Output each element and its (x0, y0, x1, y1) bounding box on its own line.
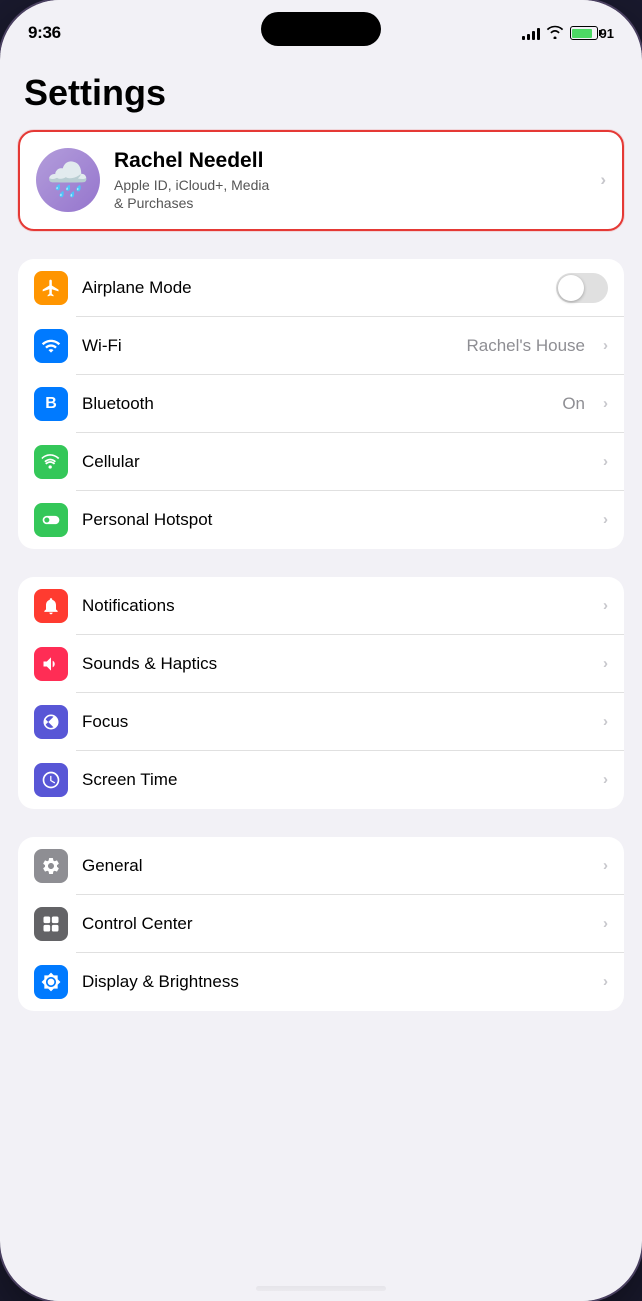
airplane-mode-icon (34, 271, 68, 305)
display-label: Display & Brightness (82, 972, 589, 992)
hotspot-icon (34, 503, 68, 537)
signal-icon (522, 27, 540, 40)
control-center-item[interactable]: Control Center › (18, 895, 624, 953)
page-title: Settings (0, 62, 642, 130)
control-center-chevron-icon: › (603, 915, 608, 932)
notifications-chevron-icon: › (603, 597, 608, 614)
bluetooth-chevron-icon: › (603, 395, 608, 412)
general-item[interactable]: General › (18, 837, 624, 895)
focus-label: Focus (82, 712, 589, 732)
bluetooth-item[interactable]: B Bluetooth On › (18, 375, 624, 433)
bluetooth-label: Bluetooth (82, 394, 548, 414)
wifi-label: Wi-Fi (82, 336, 452, 356)
control-center-label: Control Center (82, 914, 589, 934)
bluetooth-value: On (562, 394, 585, 414)
cellular-icon (34, 445, 68, 479)
battery-percent: 91 (600, 26, 614, 41)
hotspot-item[interactable]: Personal Hotspot › (18, 491, 624, 549)
notifications-label: Notifications (82, 596, 589, 616)
general-label: General (82, 856, 589, 876)
display-item[interactable]: Display & Brightness › (18, 953, 624, 1011)
screen-content: Settings 🌧️ Rachel Needell Apple ID, iCl… (0, 54, 642, 1301)
cellular-chevron-icon: › (603, 453, 608, 470)
chevron-right-icon: › (600, 170, 606, 190)
general-icon (34, 849, 68, 883)
screentime-label: Screen Time (82, 770, 589, 790)
notifications-item[interactable]: Notifications › (18, 577, 624, 635)
home-indicator (256, 1286, 386, 1291)
sounds-label: Sounds & Haptics (82, 654, 589, 674)
apple-id-name: Rachel Needell (114, 148, 586, 173)
sounds-icon (34, 647, 68, 681)
airplane-mode-toggle[interactable] (556, 273, 608, 303)
screentime-item[interactable]: Screen Time › (18, 751, 624, 809)
cellular-label: Cellular (82, 452, 589, 472)
notifications-group: Notifications › Sounds & Haptics › (18, 577, 624, 809)
control-center-icon (34, 907, 68, 941)
general-chevron-icon: › (603, 857, 608, 874)
hotspot-chevron-icon: › (603, 511, 608, 528)
apple-id-subtitle: Apple ID, iCloud+, Media& Purchases (114, 176, 586, 212)
status-time: 9:36 (28, 23, 61, 43)
bluetooth-icon: B (34, 387, 68, 421)
display-chevron-icon: › (603, 973, 608, 990)
airplane-mode-item[interactable]: Airplane Mode (18, 259, 624, 317)
apple-id-info: Rachel Needell Apple ID, iCloud+, Media&… (114, 148, 586, 213)
wifi-icon (546, 25, 564, 42)
notifications-icon (34, 589, 68, 623)
screentime-chevron-icon: › (603, 771, 608, 788)
cellular-item[interactable]: Cellular › (18, 433, 624, 491)
phone-screen: 9:36 (0, 0, 642, 1301)
focus-chevron-icon: › (603, 713, 608, 730)
airplane-mode-label: Airplane Mode (82, 278, 542, 298)
display-icon (34, 965, 68, 999)
sounds-chevron-icon: › (603, 655, 608, 672)
wifi-chevron-icon: › (603, 337, 608, 354)
hotspot-label: Personal Hotspot (82, 510, 589, 530)
wifi-value: Rachel's House (466, 336, 585, 356)
apple-id-card[interactable]: 🌧️ Rachel Needell Apple ID, iCloud+, Med… (18, 130, 624, 231)
phone-frame: 9:36 (0, 0, 642, 1301)
status-icons: 91 (522, 25, 614, 42)
general-group: General › Control Center › (18, 837, 624, 1011)
avatar: 🌧️ (36, 148, 100, 212)
wifi-item[interactable]: Wi-Fi Rachel's House › (18, 317, 624, 375)
connectivity-group: Airplane Mode Wi-Fi Rachel's House › (18, 259, 624, 549)
battery-icon: 91 (570, 26, 614, 41)
dynamic-island (261, 12, 381, 46)
focus-icon (34, 705, 68, 739)
focus-item[interactable]: Focus › (18, 693, 624, 751)
sounds-item[interactable]: Sounds & Haptics › (18, 635, 624, 693)
screentime-icon (34, 763, 68, 797)
wifi-settings-icon (34, 329, 68, 363)
